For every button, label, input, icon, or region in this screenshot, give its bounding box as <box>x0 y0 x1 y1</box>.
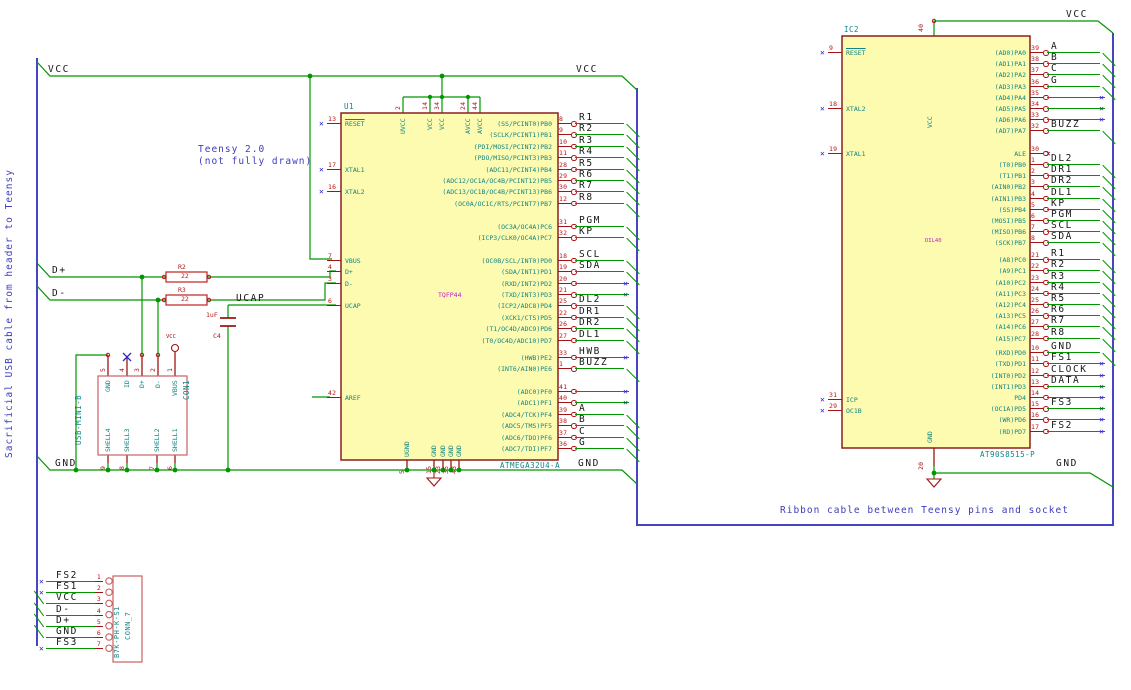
note-ribbon-cable: Ribbon cable between Teensy pins and soc… <box>780 505 1069 516</box>
net-label-gnd: GND <box>1056 458 1078 469</box>
pin-name: UVCC <box>399 117 407 134</box>
pin-number: 2 <box>394 105 402 110</box>
pin-number: 35 <box>442 465 450 474</box>
pin-name: GND <box>439 445 447 457</box>
pin-name: SHELL4 <box>104 428 112 452</box>
pin-name: GND <box>926 431 934 443</box>
right-ic-ref: IC2 <box>844 25 860 34</box>
schematic-canvas: (SS/PCINT0)PB0 8 R1 (SCLK/PCINT1)PB1 9 R2 (PDI… <box>0 0 1131 690</box>
pin-name: ID <box>123 379 131 388</box>
net-label-gnd: GND <box>578 458 600 469</box>
pin-number: 15 <box>425 465 433 474</box>
pin-name: VCC <box>438 117 446 130</box>
pin-name: SHELL2 <box>153 428 161 452</box>
pin-number: 14 <box>421 101 429 110</box>
pin-number: 9 <box>99 465 107 470</box>
pin-number: 7 <box>148 465 156 470</box>
pin-name: GND <box>447 445 455 457</box>
usb-connector-ref: CON1 <box>182 379 191 400</box>
pin-number: 23 <box>434 465 442 474</box>
pin-number: 20 <box>917 461 925 470</box>
resistor-ref: R2 <box>178 263 186 271</box>
left-ic-ref: U1 <box>344 102 355 111</box>
power-flag-label: VCC <box>166 334 176 340</box>
pin-name: SHELL3 <box>123 428 131 452</box>
vpin-layer: 2 UVCC 14 VCC 34 VCC 24 AVCC 44 AVCC 5 UGND 15 GND 23 G… <box>0 0 1131 690</box>
net-label-gnd: GND <box>55 458 77 469</box>
note-teensy-line2: (not fully drawn) <box>198 156 313 167</box>
header-part: B7K-PH-K-S1 <box>113 606 121 658</box>
net-label-vcc: VCC <box>1066 9 1088 20</box>
right-ic-footprint: DIL40 <box>925 238 942 244</box>
pin-number: 5 <box>99 367 107 372</box>
left-ic-footprint: TQFP44 <box>438 291 462 299</box>
pin-name: VBUS <box>171 379 179 396</box>
note-sacrificial-usb: Sacrificial USB cable from header to Tee… <box>4 169 15 458</box>
resistor-value: 22 <box>181 272 189 280</box>
pin-name: AVCC <box>476 117 484 134</box>
capacitor-ref: C4 <box>213 332 221 340</box>
resistor-ref: R3 <box>178 286 186 294</box>
pin-number: 2 <box>149 367 157 372</box>
resistor-value: 22 <box>181 295 189 303</box>
pin-name: GND <box>104 379 112 392</box>
pin-number: 34 <box>433 101 441 110</box>
pin-number: 5 <box>398 469 406 474</box>
pin-number: 4 <box>118 367 126 372</box>
net-label-dminus: D- <box>52 288 67 299</box>
note-teensy-line1: Teensy 2.0 <box>198 144 266 155</box>
pin-number: 8 <box>118 465 126 470</box>
pin-name: UGND <box>403 441 411 457</box>
pin-name: D+ <box>138 379 146 388</box>
pin-name: VCC <box>926 116 934 128</box>
left-ic-part: ATMEGA32U4-A <box>500 461 561 470</box>
net-label-vcc: VCC <box>48 64 70 75</box>
pin-number: 43 <box>450 465 458 474</box>
pin-number: 44 <box>471 101 479 110</box>
pin-name: GND <box>455 445 463 457</box>
pin-name: SHELL1 <box>171 428 179 452</box>
pin-number: 3 <box>133 367 141 372</box>
pin-number: 1 <box>166 367 174 372</box>
net-label-dplus: D+ <box>52 265 67 276</box>
pin-name: AVCC <box>464 117 472 134</box>
capacitor-value: 1uF <box>206 311 218 319</box>
pin-name: GND <box>430 445 438 457</box>
header-ref: CONN_7 <box>124 611 132 640</box>
right-ic-part: AT90S8515-P <box>980 450 1036 459</box>
pin-name: VCC <box>426 117 434 130</box>
pin-number: 24 <box>459 101 467 110</box>
usb-connector-part: USB-MINI-B <box>74 394 83 445</box>
net-label-ucap: UCAP <box>236 293 266 304</box>
pin-number: 40 <box>917 23 925 32</box>
net-label-vcc: VCC <box>576 64 598 75</box>
pin-number: 6 <box>166 465 174 470</box>
pin-name: D- <box>154 379 162 388</box>
